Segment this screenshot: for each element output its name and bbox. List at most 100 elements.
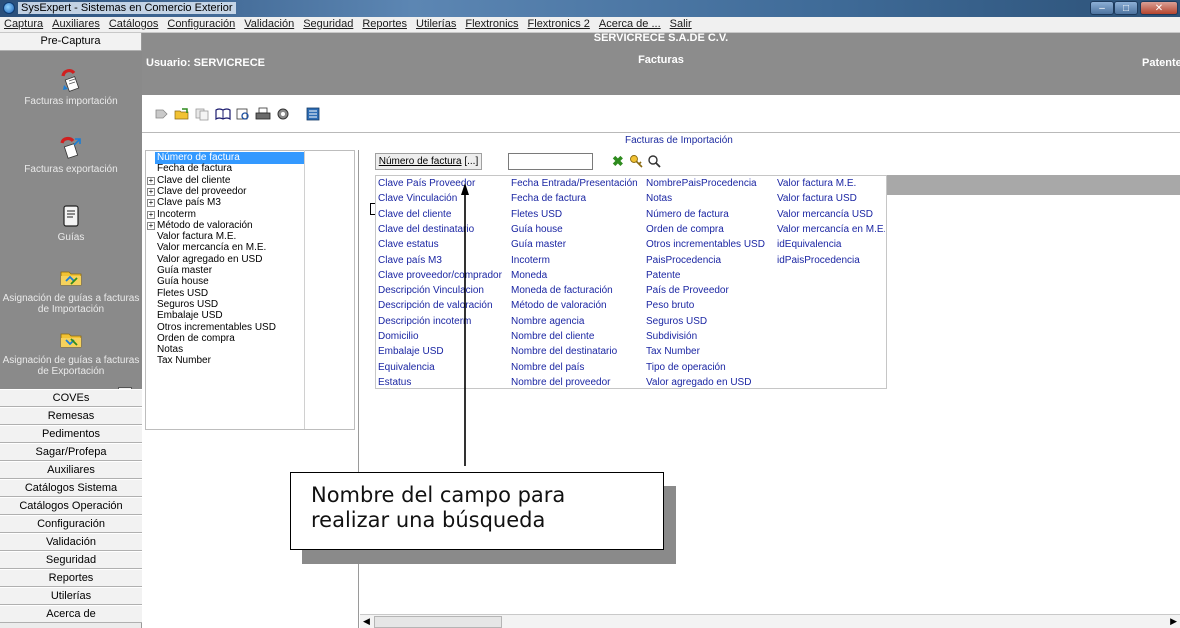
book-icon[interactable]: [215, 107, 231, 121]
field-list-item[interactable]: Valor factura M.E.: [146, 231, 356, 243]
menu-configuración[interactable]: Configuración: [163, 17, 240, 32]
dropdown-field-option[interactable]: Tax Number: [646, 345, 768, 358]
dropdown-field-option[interactable]: Nombre del proveedor: [511, 376, 637, 389]
settings-gear-icon[interactable]: [275, 107, 291, 121]
menu-seguridad[interactable]: Seguridad: [299, 17, 358, 32]
field-list-item[interactable]: + Clave país M3: [146, 197, 356, 209]
dropdown-field-option[interactable]: Nombre agencia: [511, 315, 637, 328]
dropdown-field-option[interactable]: Descripción Vinculacion: [378, 284, 502, 297]
new-record-icon[interactable]: [154, 107, 170, 121]
key-search-icon[interactable]: [629, 154, 644, 169]
expand-icon[interactable]: +: [147, 199, 155, 208]
dropdown-field-option[interactable]: idEquivalencia: [777, 238, 885, 251]
search-input[interactable]: [508, 153, 593, 170]
dropdown-field-option[interactable]: Fletes USD: [511, 208, 637, 221]
dropdown-field-option[interactable]: Guía master: [511, 238, 637, 251]
dropdown-field-option[interactable]: Nombre del cliente: [511, 330, 637, 343]
field-list-item[interactable]: Fletes USD: [146, 288, 356, 300]
scroll-left-icon[interactable]: ◀: [363, 616, 370, 627]
menu-reportes[interactable]: Reportes: [358, 17, 412, 32]
horizontal-scrollbar[interactable]: ◀ ▶: [360, 614, 1180, 628]
dropdown-field-option[interactable]: Clave proveedor/comprador: [378, 269, 502, 282]
sidebar-section-configuración[interactable]: Configuración: [0, 515, 142, 533]
sidebar-item-facturas-exportacion[interactable]: Facturas exportación: [0, 135, 142, 175]
dropdown-field-option[interactable]: Notas: [646, 192, 768, 205]
magnifier-search-icon[interactable]: [647, 154, 662, 169]
dropdown-field-option[interactable]: NombrePaisProcedencia: [646, 177, 768, 190]
print-icon[interactable]: [255, 107, 271, 121]
dropdown-field-option[interactable]: Valor mercancía en M.E.: [777, 223, 885, 236]
menu-salir[interactable]: Salir: [666, 17, 697, 32]
sidebar-section-coves[interactable]: COVEs: [0, 389, 142, 407]
menu-flextronics-2[interactable]: Flextronics 2: [524, 17, 595, 32]
dropdown-field-option[interactable]: Clave estatus: [378, 238, 502, 251]
sidebar-section-catálogos-sistema[interactable]: Catálogos Sistema: [0, 479, 142, 497]
dropdown-field-option[interactable]: Valor agregado en USD: [646, 376, 768, 389]
sidebar-item-asignacion-guias-exportacion[interactable]: Asignación de guías a facturas de Export…: [0, 326, 142, 377]
sidebar-section-pedimentos[interactable]: Pedimentos: [0, 425, 142, 443]
dropdown-field-option[interactable]: Peso bruto: [646, 299, 768, 312]
dropdown-field-option[interactable]: Domicilio: [378, 330, 502, 343]
dropdown-field-option[interactable]: Incoterm: [511, 254, 637, 267]
minimize-button[interactable]: –: [1090, 1, 1114, 15]
field-list-item[interactable]: Guía master: [146, 265, 356, 277]
dropdown-field-option[interactable]: Orden de compra: [646, 223, 768, 236]
dropdown-field-option[interactable]: País de Proveedor: [646, 284, 768, 297]
dropdown-field-option[interactable]: Subdivisión: [646, 330, 768, 343]
dropdown-field-option[interactable]: Método de valoración: [511, 299, 637, 312]
field-list-item[interactable]: Valor mercancía en M.E.: [146, 242, 356, 254]
open-folder-icon[interactable]: [174, 107, 190, 121]
sidebar-section-utilerías[interactable]: Utilerías: [0, 587, 142, 605]
dropdown-field-option[interactable]: Clave país M3: [378, 254, 502, 267]
sidebar-header-pre-captura[interactable]: Pre-Captura: [0, 33, 141, 51]
field-list-item[interactable]: Embalaje USD: [146, 310, 356, 322]
dropdown-field-option[interactable]: Nombre del país: [511, 361, 637, 374]
dropdown-field-option[interactable]: Fecha de factura: [511, 192, 637, 205]
expand-icon[interactable]: +: [147, 210, 155, 219]
field-list-item[interactable]: Orden de compra: [146, 333, 356, 345]
menu-captura[interactable]: Captura: [0, 17, 48, 32]
field-list-item[interactable]: Número de factura: [146, 152, 356, 164]
menu-validación[interactable]: Validación: [240, 17, 299, 32]
scroll-thumb[interactable]: [374, 616, 502, 628]
field-list-item[interactable]: + Clave del proveedor: [146, 186, 356, 198]
sidebar-section-remesas[interactable]: Remesas: [0, 407, 142, 425]
dropdown-field-option[interactable]: Otros incrementables USD: [646, 238, 768, 251]
menu-acerca-de[interactable]: Acerca de ...: [595, 17, 666, 32]
menu-auxiliares[interactable]: Auxiliares: [48, 17, 105, 32]
dropdown-field-option[interactable]: Moneda: [511, 269, 637, 282]
sidebar-item-asignacion-guias-importacion[interactable]: Asignación de guías a facturas de Import…: [0, 264, 142, 315]
dropdown-field-option[interactable]: Estatus: [378, 376, 502, 389]
dropdown-field-option[interactable]: Valor factura USD: [777, 192, 885, 205]
maximize-button[interactable]: □: [1114, 1, 1138, 15]
dropdown-field-option[interactable]: idPaisProcedencia: [777, 254, 885, 267]
dropdown-field-option[interactable]: Moneda de facturación: [511, 284, 637, 297]
sidebar-section-catálogos-operación[interactable]: Catálogos Operación: [0, 497, 142, 515]
close-button[interactable]: ✕: [1140, 1, 1178, 15]
menu-catálogos[interactable]: Catálogos: [105, 17, 164, 32]
scroll-right-icon[interactable]: ▶: [1170, 616, 1177, 627]
dropdown-field-option[interactable]: PaisProcedencia: [646, 254, 768, 267]
field-list-item[interactable]: Tax Number: [146, 355, 356, 367]
field-list-item[interactable]: Guía house: [146, 276, 356, 288]
field-list-item[interactable]: Notas: [146, 344, 356, 356]
dropdown-field-option[interactable]: Descripción de valoración: [378, 299, 502, 312]
menu-utilerías[interactable]: Utilerías: [412, 17, 461, 32]
dropdown-field-option[interactable]: Clave Vinculación: [378, 192, 502, 205]
dropdown-field-option[interactable]: Embalaje USD: [378, 345, 502, 358]
field-list-item[interactable]: Fecha de factura: [146, 163, 356, 175]
sidebar-item-facturas-importacion[interactable]: Facturas importación: [0, 67, 142, 107]
field-list-item[interactable]: + Método de valoración: [146, 220, 356, 232]
dropdown-field-option[interactable]: Valor mercancía USD: [777, 208, 885, 221]
sidebar-section-validación[interactable]: Validación: [0, 533, 142, 551]
sidebar-section-acerca-de[interactable]: Acerca de: [0, 605, 142, 623]
sidebar-section-auxiliares[interactable]: Auxiliares: [0, 461, 142, 479]
field-list-item[interactable]: Seguros USD: [146, 299, 356, 311]
sidebar-section-sagar-profepa[interactable]: Sagar/Profepa: [0, 443, 142, 461]
field-list-item[interactable]: Otros incrementables USD: [146, 322, 356, 334]
clear-search-icon[interactable]: ✖: [612, 153, 624, 169]
dropdown-field-option[interactable]: Descripción incoterm: [378, 315, 502, 328]
dropdown-field-option[interactable]: Valor factura M.E.: [777, 177, 885, 190]
export-excel-icon[interactable]: [305, 107, 321, 121]
dropdown-field-option[interactable]: Número de factura: [646, 208, 768, 221]
